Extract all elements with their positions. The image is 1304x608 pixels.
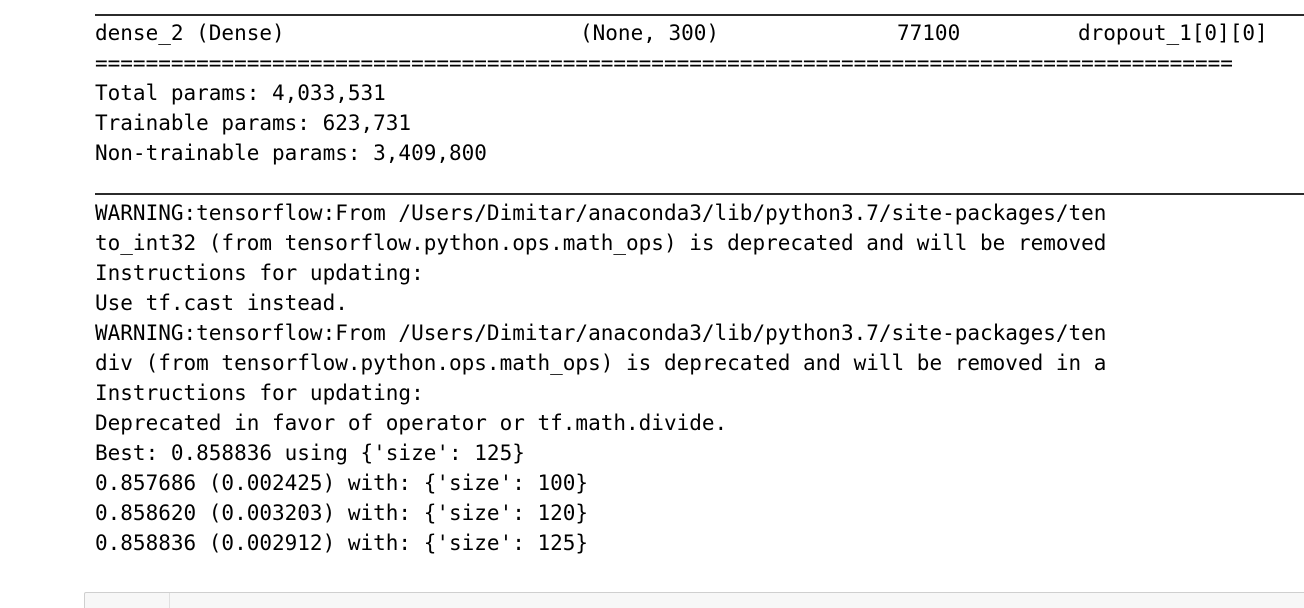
log-line: Deprecated in favor of operator or tf.ma… [95, 411, 728, 435]
next-code-cell[interactable] [84, 592, 1304, 608]
output-shape-cell: (None, 300) [580, 21, 720, 45]
summary-bottom-rule [95, 193, 1304, 195]
grid-result-line: 0.858620 (0.003203) with: {'size': 120} [95, 501, 589, 525]
log-line: Instructions for updating: [95, 381, 424, 405]
non-trainable-params-text: Non-trainable params: 3,409,800 [95, 141, 487, 165]
param-count-cell: 77100 [897, 21, 961, 45]
cell-output-area: dense_2 (Dense) (None, 300) 77100 dropou… [0, 0, 1304, 608]
log-line: Use tf.cast instead. [95, 291, 348, 315]
log-line: div (from tensorflow.python.ops.math_ops… [95, 351, 1107, 375]
connected-to-cell: dropout_1[0][0] [1078, 21, 1268, 45]
layer-name-cell: dense_2 (Dense) [95, 21, 285, 45]
grid-result-line: 0.857686 (0.002425) with: {'size': 100} [95, 471, 589, 495]
log-line: Instructions for updating: [95, 261, 424, 285]
log-line: to_int32 (from tensorflow.python.ops.mat… [95, 231, 1107, 255]
cell-prompt-gutter [85, 593, 170, 608]
grid-result-line: 0.858836 (0.002912) with: {'size': 125} [95, 531, 589, 555]
table-top-rule [95, 14, 1304, 16]
best-result-line: Best: 0.858836 using {'size': 125} [95, 441, 525, 465]
table-double-rule: ========================================… [95, 51, 1233, 75]
log-line: WARNING:tensorflow:From /Users/Dimitar/a… [95, 201, 1107, 225]
log-line: WARNING:tensorflow:From /Users/Dimitar/a… [95, 321, 1107, 345]
total-params-text: Total params: 4,033,531 [95, 81, 386, 105]
trainable-params-text: Trainable params: 623,731 [95, 111, 412, 135]
